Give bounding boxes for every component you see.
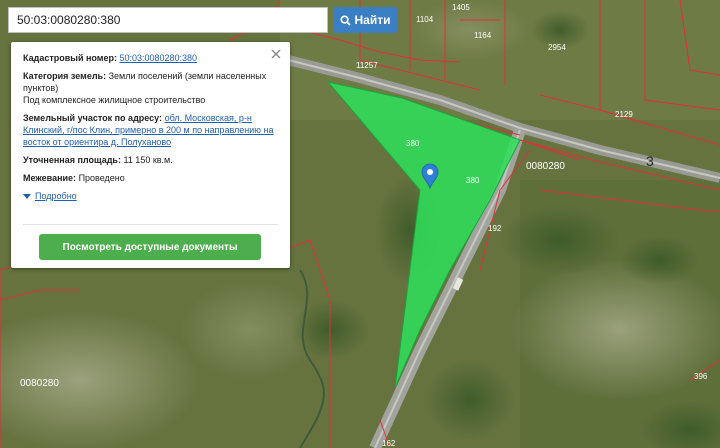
tree-cluster [425,360,515,440]
close-icon[interactable] [270,48,282,60]
cadastral-label: Кадастровый номер: [23,53,117,63]
parcel-label: 162 [382,439,396,448]
search-button[interactable]: Найти [333,7,397,33]
light-patch [510,260,720,400]
survey-label: Межевание: [23,173,77,183]
parcel-label: 2129 [615,110,633,119]
more-details-toggle[interactable]: Подробно [23,190,278,202]
quarter-label: 0080280 [20,378,59,389]
parcel-label: 1164 [474,31,492,40]
survey-row: Межевание: Проведено [23,172,278,184]
survey-value: Проведено [78,173,125,183]
parcel-label: 396 [694,372,708,381]
road-number-label: 3 [646,153,654,169]
category-label: Категория земель: [23,71,107,81]
area-row: Уточненная площадь: 11 150 кв.м. [23,154,278,166]
tree-cluster [500,205,620,275]
area-value: 11 150 кв.м. [123,155,173,165]
parcel-label: 1405 [452,3,470,12]
category-row: Категория земель: Земли поселений (земли… [23,70,278,106]
address-label: Земельный участок по адресу: [23,113,163,123]
light-patch [410,0,530,60]
quarter-label: 0080280 [526,161,565,172]
divider [23,224,278,225]
parcel-label: 2954 [548,43,566,52]
parcel-label: 1104 [416,15,434,24]
search-button-label: Найти [354,13,391,27]
parcel-label: 380 [466,176,480,185]
tree-cluster [620,235,700,285]
area-label: Уточненная площадь: [23,155,121,165]
search-icon [339,14,351,26]
more-details-link[interactable]: Подробно [35,190,77,202]
parcel-label: 380 [406,139,420,148]
view-documents-button[interactable]: Посмотреть доступные документы [39,234,261,260]
search-bar: Найти [8,7,398,33]
cadastral-row: Кадастровый номер: 50:03:0080280:380 [23,52,278,64]
usage-value: Под комплексное жилищное строительство [23,95,206,105]
address-row: Земельный участок по адресу: обл. Москов… [23,112,278,148]
chevron-down-icon [23,193,31,199]
parcel-label: 11257 [356,61,378,70]
cadastral-link[interactable]: 50:03:0080280:380 [119,53,197,63]
search-input[interactable] [8,7,328,33]
parcel-info-card: Кадастровый номер: 50:03:0080280:380 Кат… [11,42,290,268]
parcel-label: 192 [488,224,502,233]
